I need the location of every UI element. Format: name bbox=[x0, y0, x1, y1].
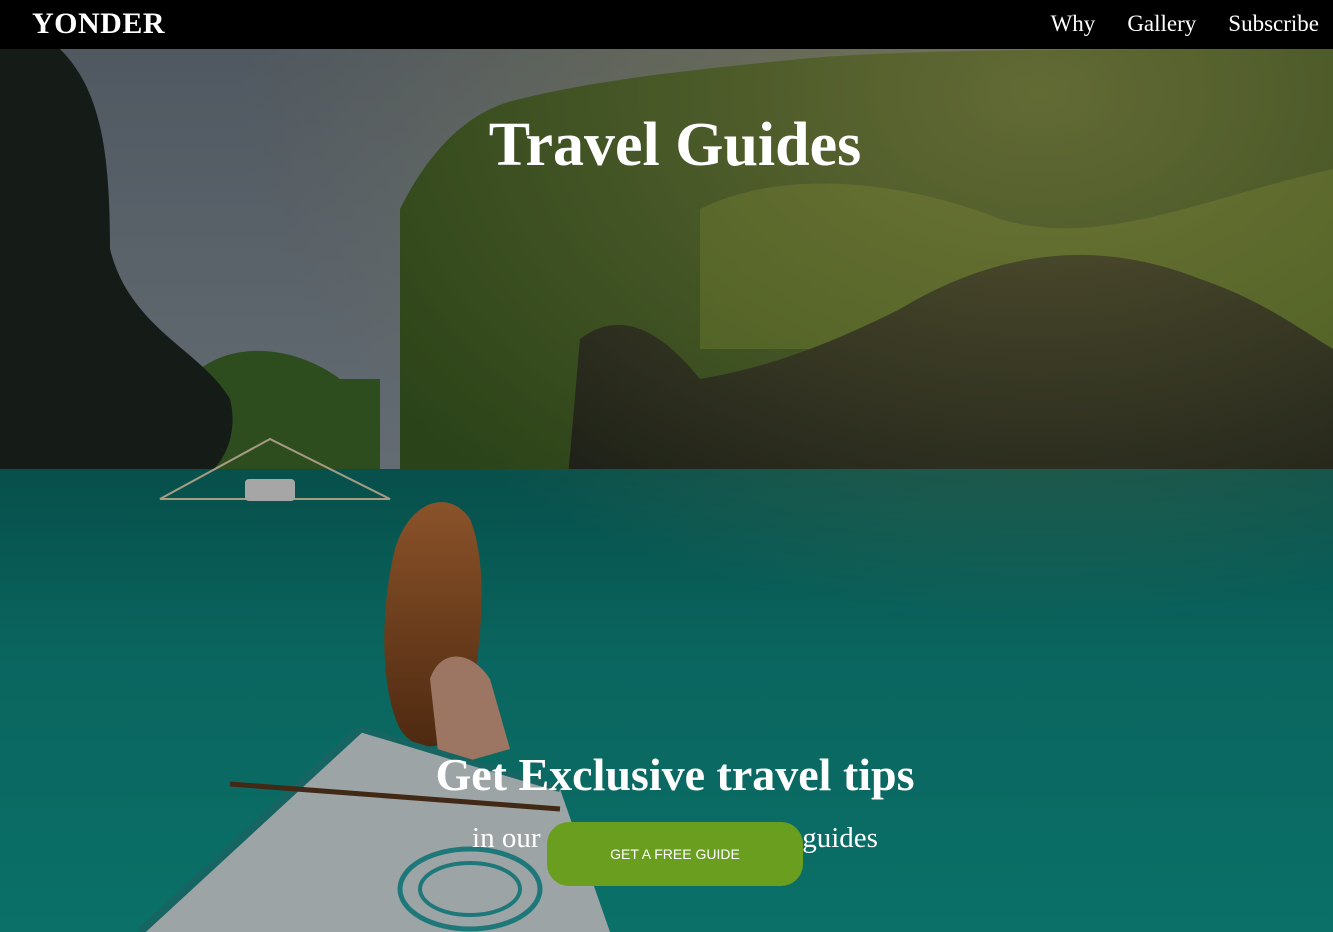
brand-logo[interactable]: YONDER bbox=[32, 6, 165, 42]
hero-tagline: Get Exclusive travel tips bbox=[435, 749, 915, 800]
nav-link-subscribe[interactable]: Subscribe bbox=[1228, 8, 1319, 40]
hero-section: Travel Guides Get Exclusive travel tips … bbox=[0, 49, 1333, 932]
get-free-guide-button[interactable]: GET A FREE GUIDE bbox=[547, 822, 803, 886]
nav-links: Why Gallery Subscribe bbox=[1051, 8, 1319, 40]
hero-title: Travel Guides bbox=[488, 111, 862, 179]
navbar: YONDER Why Gallery Subscribe bbox=[0, 0, 1333, 49]
nav-link-why[interactable]: Why bbox=[1051, 8, 1096, 40]
nav-link-gallery[interactable]: Gallery bbox=[1127, 8, 1196, 40]
